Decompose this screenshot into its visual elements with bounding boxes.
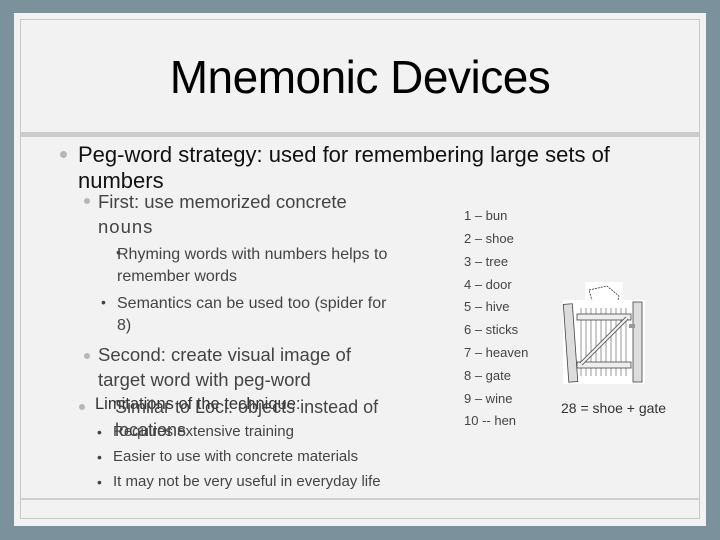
peg-item: 10 -- hen — [464, 413, 517, 428]
gate-rail-top — [576, 313, 632, 321]
peg-item: 8 – gate — [464, 368, 511, 383]
peg-item: 5 – hive — [464, 299, 510, 314]
peg-item: 3 – tree — [464, 254, 509, 269]
bullet-icon — [84, 353, 90, 359]
image-caption: 28 = shoe + gate — [561, 400, 667, 416]
bullet-icon: • — [97, 474, 102, 490]
bullet-icon: • — [97, 449, 102, 465]
bottom-divider — [21, 498, 699, 500]
limitation-item: Requires extensive training — [113, 423, 294, 440]
bullet-first-line1: First: use memorized concrete — [98, 191, 347, 212]
bullet-second-line2: target word with peg-word — [98, 369, 311, 390]
slide-title: Mnemonic Devices — [169, 51, 551, 103]
shoe-gate-illustration — [563, 282, 645, 384]
peg-item: 1 – bun — [464, 208, 508, 223]
limitation-item: Easier to use with concrete materials — [113, 448, 359, 465]
bullet-rhyming-line1-text: Rhyming words with numbers helps to — [117, 246, 388, 263]
bullet-icon: • — [101, 294, 106, 310]
gate-post-right — [632, 301, 643, 383]
bullet-semantics-line2: 8) — [117, 317, 132, 334]
peg-item: 2 – shoe — [464, 231, 514, 246]
bullet-peg-word-line1: Peg-word strategy: used for remembering … — [78, 142, 610, 167]
bullet-second-line1: Second: create visual image of — [98, 344, 351, 365]
title-divider — [21, 132, 699, 137]
peg-item: 4 – door — [464, 277, 512, 292]
bullet-icon: • — [97, 424, 102, 440]
bullet-icon — [79, 404, 85, 410]
peg-item: 7 – heaven — [464, 345, 529, 360]
limitation-item: It may not be very useful in everyday li… — [113, 473, 381, 490]
bullet-semantics-line1: Semantics can be used too (spider for — [117, 295, 387, 312]
bullet-first-line2: nouns — [98, 216, 154, 237]
peg-item: 9 – wine — [464, 391, 513, 406]
bullet-similar-line1: Similar to Loci: objects instead of — [115, 397, 379, 417]
gate-rail-bottom — [576, 361, 632, 369]
title-area: Mnemonic Devices — [21, 20, 699, 132]
bullet-rhyming-line2: remember words — [117, 268, 238, 285]
bullet-icon — [60, 151, 67, 158]
gate-hinge — [629, 324, 635, 328]
bullet-icon — [84, 198, 90, 204]
peg-item: 6 – sticks — [464, 322, 519, 337]
